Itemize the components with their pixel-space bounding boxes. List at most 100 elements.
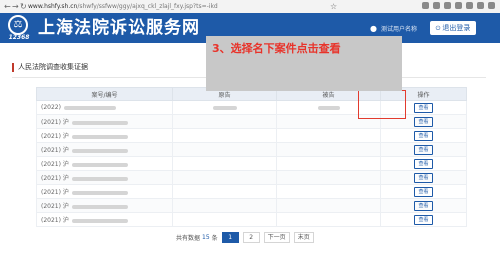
page-button-1[interactable]: 1 bbox=[221, 231, 239, 243]
redacted-text bbox=[71, 204, 128, 209]
table-row: (2021) 沪 查看 bbox=[36, 198, 467, 213]
action-cell: 查看 bbox=[380, 156, 467, 171]
case-number-cell: (2021) 沪 bbox=[36, 156, 173, 171]
view-button[interactable]: 查看 bbox=[414, 158, 433, 169]
action-cell: 查看 bbox=[380, 198, 467, 213]
extension-icon[interactable] bbox=[466, 2, 473, 9]
redacted-text bbox=[71, 134, 128, 139]
defendant-cell bbox=[276, 212, 381, 227]
defendant-cell bbox=[276, 156, 381, 171]
table-row: (2021) 沪 查看 bbox=[36, 184, 467, 199]
annotation-callout: 3、选择名下案件点击查看 bbox=[206, 36, 402, 91]
extension-icon[interactable] bbox=[422, 2, 429, 9]
redacted-text bbox=[63, 105, 116, 110]
case-prefix: 沪 bbox=[62, 133, 69, 140]
download-icon[interactable] bbox=[455, 2, 462, 9]
case-number-cell: (2021) 沪 bbox=[36, 170, 173, 185]
case-prefix: 沪 bbox=[62, 217, 69, 224]
action-cell: 查看 bbox=[380, 184, 467, 199]
case-year: (2021) bbox=[41, 189, 61, 196]
plaintiff-cell bbox=[172, 128, 277, 143]
user-account[interactable]: ● 测试用户名称 bbox=[370, 21, 417, 35]
redacted-text bbox=[71, 190, 128, 195]
pagination: 共有数据 15 条 1 2 下一页 末页 bbox=[176, 231, 314, 243]
defendant-cell bbox=[276, 128, 381, 143]
plaintiff-cell bbox=[172, 212, 277, 227]
case-year: (2021) bbox=[41, 175, 61, 182]
redacted-text bbox=[71, 148, 128, 153]
annotation-text: 3、选择名下案件点击查看 bbox=[212, 42, 341, 55]
table-row: (2021) 沪 查看 bbox=[36, 142, 467, 157]
case-number-cell: (2021) 沪 bbox=[36, 184, 173, 199]
case-number-cell: (2021) 沪 bbox=[36, 198, 173, 213]
view-button[interactable]: 查看 bbox=[414, 186, 433, 197]
profile-icon[interactable] bbox=[477, 2, 484, 9]
defendant-cell bbox=[276, 184, 381, 199]
section-title: 人民法院调查收集证据 bbox=[18, 63, 88, 71]
back-icon[interactable]: ← bbox=[4, 1, 11, 12]
plaintiff-cell bbox=[172, 170, 277, 185]
section-marker bbox=[12, 63, 14, 72]
address-bar[interactable]: www.hshfy.sh.cn/shwfy/ssfww/ggy/ajxq_ckl… bbox=[28, 2, 348, 11]
forward-icon[interactable]: → bbox=[12, 1, 19, 12]
plaintiff-cell bbox=[172, 142, 277, 157]
user-name: 测试用户名称 bbox=[381, 25, 418, 33]
plaintiff-cell bbox=[172, 100, 277, 115]
plaintiff-cell bbox=[172, 156, 277, 171]
court-logo[interactable]: ⚖ 12368 bbox=[6, 15, 32, 41]
extension-icon[interactable] bbox=[444, 2, 451, 9]
view-button[interactable]: 查看 bbox=[414, 102, 433, 113]
redacted-text bbox=[71, 176, 128, 181]
menu-icon[interactable] bbox=[488, 2, 495, 9]
total-count: 15 bbox=[202, 233, 210, 241]
plaintiff-cell bbox=[172, 198, 277, 213]
action-cell: 查看 bbox=[380, 128, 467, 143]
case-prefix: 沪 bbox=[62, 175, 69, 182]
logo-number: 12368 bbox=[8, 34, 30, 41]
table-row: (2021) 沪 查看 bbox=[36, 156, 467, 171]
browser-toolbar: ← → ↻ www.hshfy.sh.cn/shwfy/ssfww/ggy/aj… bbox=[0, 0, 500, 14]
user-icon: ● bbox=[370, 23, 377, 33]
action-cell: 查看 bbox=[380, 170, 467, 185]
view-button[interactable]: 查看 bbox=[414, 172, 433, 183]
total-suffix: 条 bbox=[211, 234, 218, 242]
defendant-cell bbox=[276, 142, 381, 157]
extension-icon[interactable] bbox=[433, 2, 440, 9]
bookmark-star-icon[interactable]: ☆ bbox=[330, 1, 337, 12]
table-row: (2021) 沪 查看 bbox=[36, 170, 467, 185]
next-page-button[interactable]: 下一页 bbox=[263, 231, 290, 243]
case-year: (2021) bbox=[41, 203, 61, 210]
view-button[interactable]: 查看 bbox=[414, 214, 433, 225]
view-button[interactable]: 查看 bbox=[414, 144, 433, 155]
redacted-text bbox=[71, 218, 128, 223]
case-number-cell: (2021) 沪 bbox=[36, 128, 173, 143]
case-year: (2021) bbox=[41, 161, 61, 168]
table-row: (2021) 沪 查看 bbox=[36, 212, 467, 227]
site-title: 上海法院诉讼服务网 bbox=[38, 18, 200, 38]
view-button[interactable]: 查看 bbox=[414, 200, 433, 211]
view-button[interactable]: 查看 bbox=[414, 130, 433, 141]
reload-icon[interactable]: ↻ bbox=[20, 1, 27, 12]
defendant-cell bbox=[276, 198, 381, 213]
case-prefix: 沪 bbox=[62, 203, 69, 210]
case-year: (2021) bbox=[41, 147, 61, 154]
url-path: /shwfy/ssfww/ggy/ajxq_ckl_zlajl_fxy.jsp?… bbox=[77, 3, 218, 10]
case-prefix: 沪 bbox=[62, 119, 69, 126]
redacted-text bbox=[317, 105, 340, 110]
redacted-text bbox=[71, 120, 128, 125]
view-button[interactable]: 查看 bbox=[414, 116, 433, 127]
annotation-highlight-box bbox=[358, 90, 406, 119]
case-number-cell: (2021) 沪 bbox=[36, 212, 173, 227]
total-prefix: 共有数据 bbox=[176, 234, 201, 242]
case-year: (2021) bbox=[41, 119, 61, 126]
table-row: (2021) 沪 查看 bbox=[36, 128, 467, 143]
case-number-cell: (2021) 沪 bbox=[36, 142, 173, 157]
last-page-button[interactable]: 末页 bbox=[293, 231, 314, 243]
plaintiff-cell bbox=[172, 184, 277, 199]
logout-icon: ⏻ bbox=[435, 25, 441, 32]
page-button-2[interactable]: 2 bbox=[242, 231, 260, 243]
plaintiff-cell bbox=[172, 114, 277, 129]
action-cell: 查看 bbox=[380, 212, 467, 227]
logout-button[interactable]: ⏻ 退出登录 bbox=[430, 21, 476, 35]
case-year: (2021) bbox=[41, 217, 61, 224]
